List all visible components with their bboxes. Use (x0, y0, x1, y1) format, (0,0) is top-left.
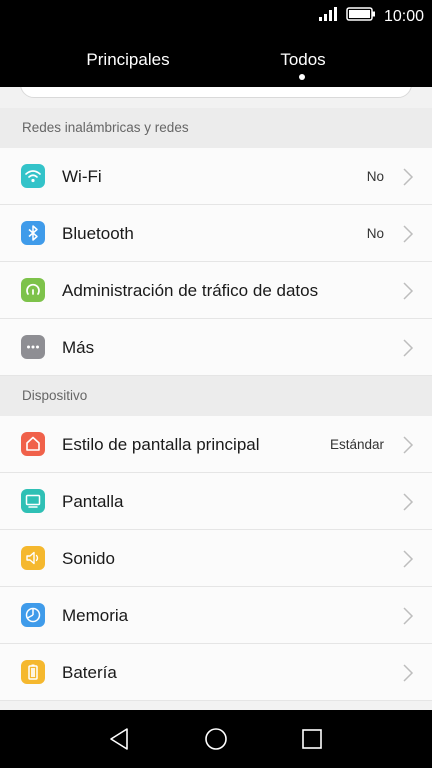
back-button[interactable] (105, 724, 135, 754)
settings-item-bluetooth[interactable]: Bluetooth No (0, 205, 432, 262)
settings-item-wifi[interactable]: Wi-Fi No (0, 148, 432, 205)
chevron-right-icon (402, 436, 414, 459)
chevron-right-icon (402, 339, 414, 362)
settings-list: Redes inalámbricas y redes Wi-Fi No Bluetoo… (0, 87, 432, 710)
settings-item-label: Sonido (62, 549, 115, 568)
settings-item-battery[interactable]: Batería (0, 644, 432, 701)
settings-item-value: No (366, 169, 384, 184)
active-tab-indicator (299, 74, 305, 80)
settings-item-value: Estándar (329, 437, 384, 452)
settings-item-display[interactable]: Pantalla (0, 473, 432, 530)
status-icons: 10:00 (318, 6, 424, 27)
settings-item-value: No (366, 226, 384, 241)
wifi-icon (21, 164, 45, 188)
chevron-right-icon (402, 493, 414, 516)
more-icon (21, 335, 45, 359)
settings-item-label: Administración de tráfico de datos (62, 281, 319, 300)
chevron-right-icon (402, 225, 414, 248)
data-traffic-icon (21, 278, 45, 302)
section-header: Redes inalámbricas y redes (0, 108, 432, 148)
settings-item-label: Memoria (62, 606, 129, 625)
signal-icon (318, 6, 338, 27)
sound-icon (21, 546, 45, 570)
home-icon (21, 432, 45, 456)
settings-item-label: Pantalla (62, 492, 124, 511)
search-bar[interactable] (20, 87, 412, 98)
settings-item-memory[interactable]: Memoria (0, 587, 432, 644)
recents-icon (302, 729, 322, 749)
chevron-right-icon (402, 282, 414, 305)
navigation-bar (0, 710, 432, 768)
recents-button[interactable] (297, 724, 327, 754)
settings-item-sound[interactable]: Sonido (0, 530, 432, 587)
chevron-right-icon (402, 664, 414, 687)
memory-icon (21, 603, 45, 627)
home-button[interactable] (201, 724, 231, 754)
chevron-right-icon (402, 607, 414, 630)
settings-item-label: Bluetooth (62, 224, 134, 243)
tab-todos[interactable]: Todos (213, 32, 393, 87)
back-icon (110, 728, 128, 750)
settings-item-home[interactable]: Estilo de pantalla principal Estándar (0, 416, 432, 473)
tab-bar: Principales Todos (0, 32, 432, 87)
chevron-right-icon (402, 168, 414, 191)
settings-item-label: Batería (62, 663, 117, 682)
settings-item-label: Más (62, 338, 95, 357)
status-bar: 10:00 (0, 0, 432, 32)
chevron-right-icon (402, 550, 414, 573)
settings-item-label: Wi-Fi (62, 167, 102, 186)
display-icon (21, 489, 45, 513)
settings-item-data-traffic[interactable]: Administración de tráfico de datos (0, 262, 432, 319)
status-time: 10:00 (383, 7, 424, 25)
settings-item-label: Estilo de pantalla principal (62, 435, 260, 454)
battery-icon (21, 660, 45, 684)
section-header: Dispositivo (0, 376, 432, 416)
tab-principales[interactable]: Principales (38, 32, 218, 87)
home-nav-icon (205, 728, 227, 750)
tab-todos-label: Todos (280, 50, 326, 69)
bluetooth-icon (21, 221, 45, 245)
settings-item-more[interactable]: Más (0, 319, 432, 376)
battery-status-icon (346, 6, 376, 27)
